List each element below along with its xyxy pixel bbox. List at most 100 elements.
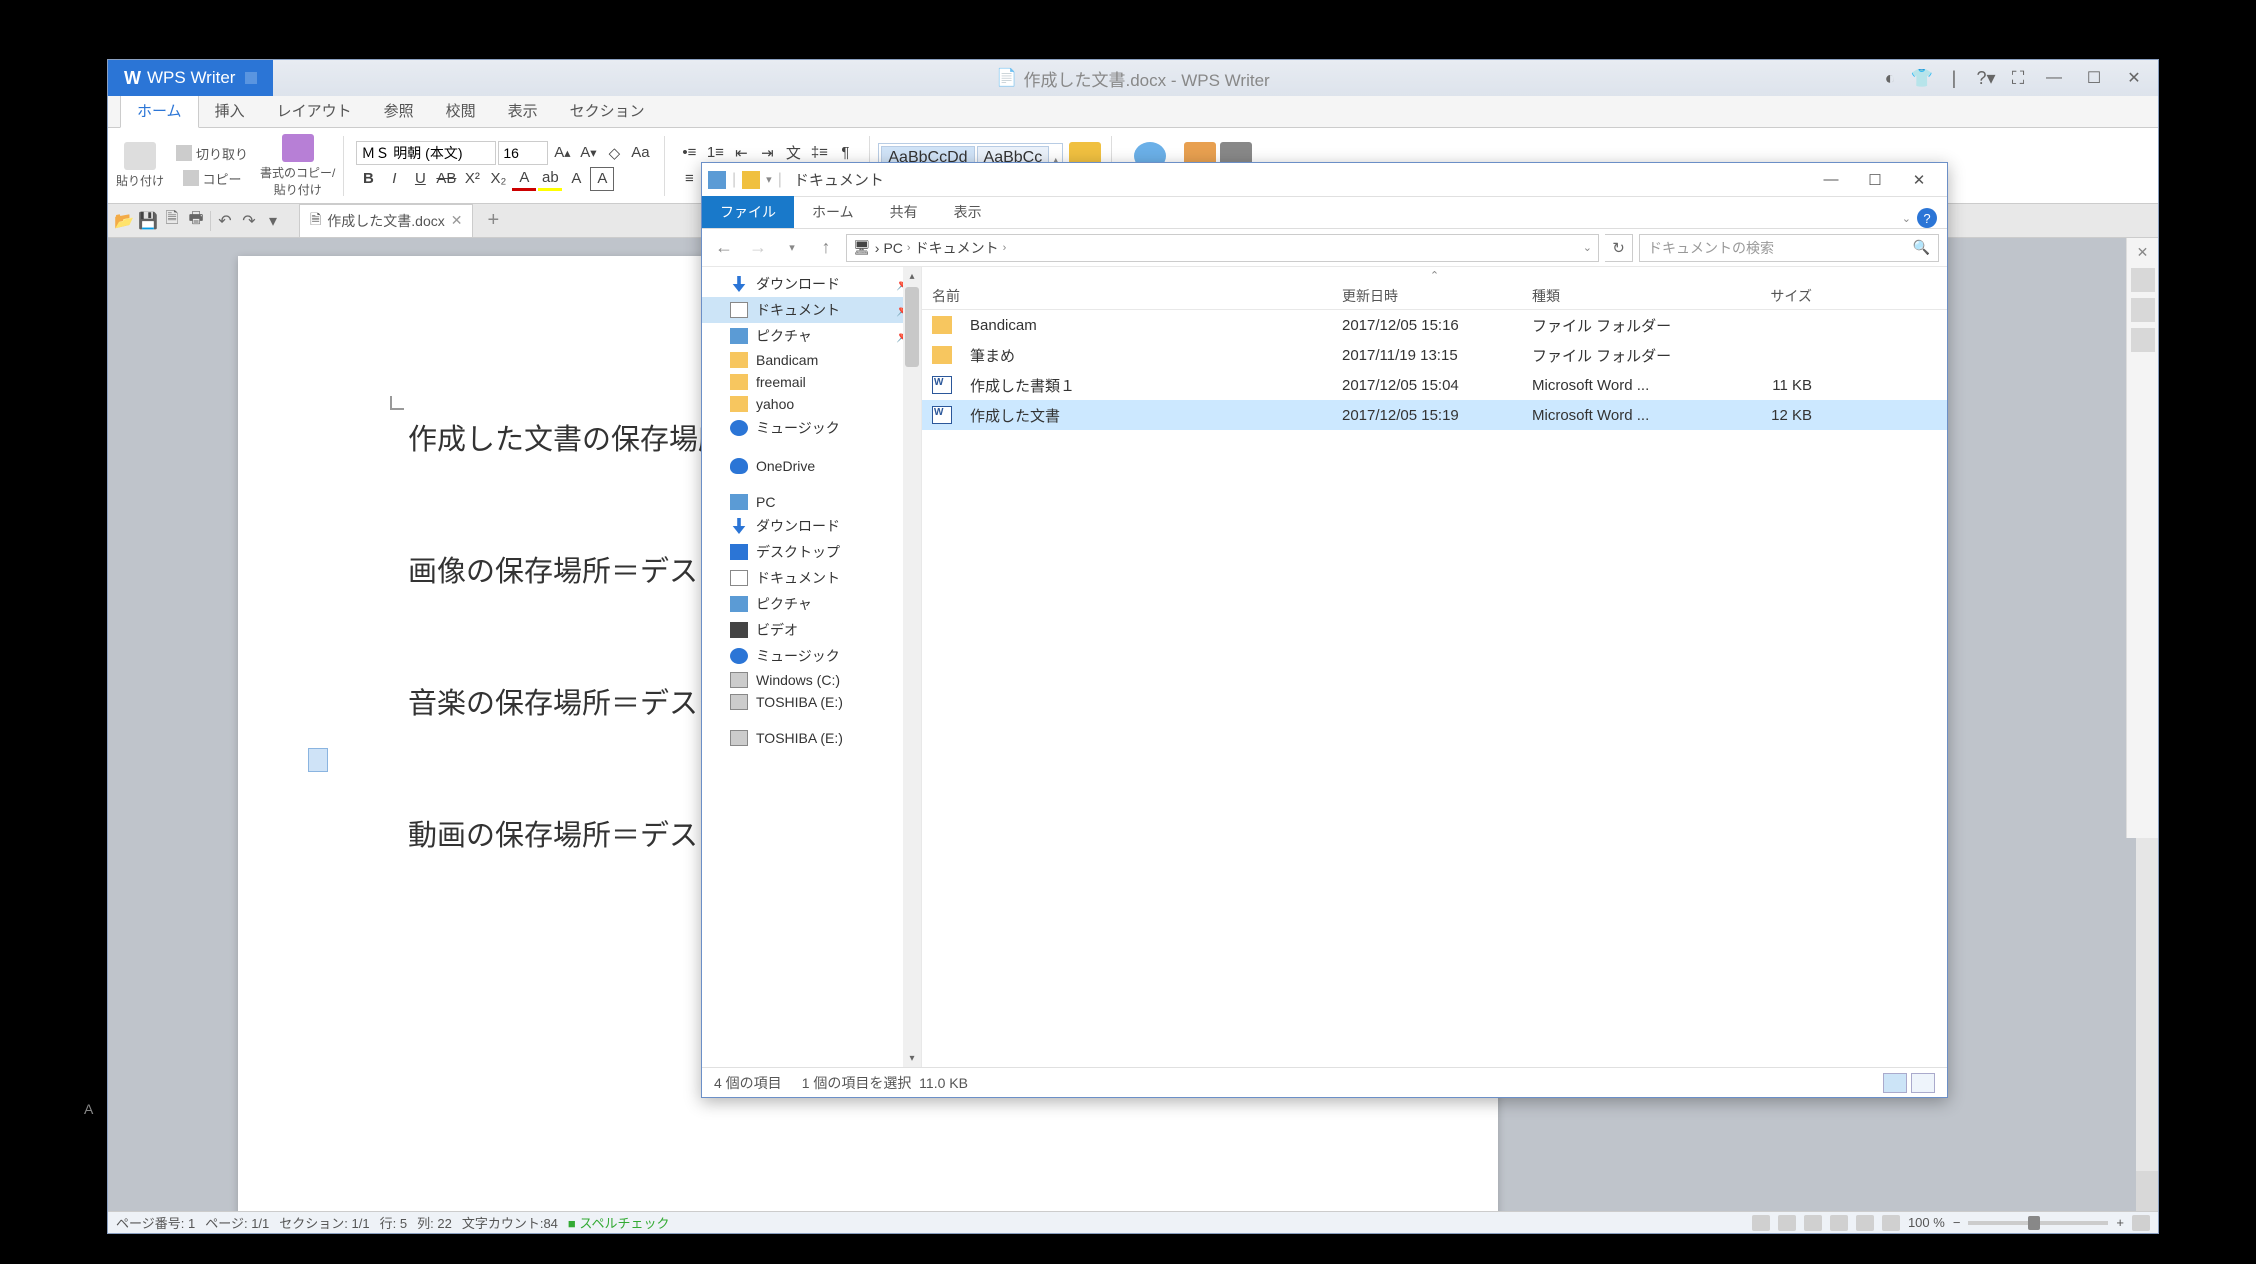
zoom-out-button[interactable]: − — [1953, 1215, 1961, 1230]
nav-item[interactable]: ピクチャ📌 — [702, 323, 921, 349]
grow-font-button[interactable]: A▴ — [550, 141, 574, 165]
view-mode-icon[interactable] — [1882, 1215, 1900, 1231]
strike-button[interactable]: AB — [434, 167, 458, 191]
file-row[interactable]: 作成した文書2017/12/05 15:19Microsoft Word ...… — [922, 400, 1947, 430]
nav-scrollbar[interactable]: ▴ ▾ — [903, 267, 921, 1067]
ribbon-tab-view[interactable]: 表示 — [492, 94, 554, 127]
clear-format-button[interactable]: ◇ — [602, 141, 626, 165]
help-icon[interactable]: ?▾ — [1974, 66, 1998, 90]
scroll-thumb[interactable] — [905, 287, 919, 367]
paste-button[interactable]: 貼り付け — [116, 142, 164, 189]
document-tab[interactable]: 🗎 作成した文書.docx ✕ — [299, 204, 473, 238]
ribbon-tab-insert[interactable]: 挿入 — [199, 94, 261, 127]
italic-button[interactable]: I — [382, 167, 406, 191]
breadcrumb-documents[interactable]: ドキュメント› — [915, 238, 1007, 258]
back-button[interactable]: ← — [710, 234, 738, 262]
ribbon-tab-reference[interactable]: 参照 — [368, 94, 430, 127]
explorer-tab-view[interactable]: 表示 — [936, 196, 1000, 228]
recent-button[interactable]: ▾ — [778, 234, 806, 262]
scroll-down-icon[interactable]: ▾ — [903, 1049, 921, 1067]
text-direction-button[interactable]: 文 — [781, 141, 805, 165]
user-icon[interactable]: ◐ — [1878, 66, 1902, 90]
ribbon-expand-icon[interactable]: ⌄ — [1902, 212, 1911, 225]
copy-button[interactable]: コピー — [179, 167, 246, 190]
search-icon[interactable]: 🔍 — [1913, 239, 1930, 256]
side-close-icon[interactable]: ✕ — [2134, 244, 2152, 262]
qat-dropdown-icon[interactable]: ▾ — [766, 173, 772, 186]
cut-button[interactable]: 切り取り — [172, 142, 252, 165]
status-spell[interactable]: ■ スペルチェック — [568, 1213, 670, 1232]
decrease-indent-button[interactable]: ⇤ — [729, 141, 753, 165]
underline-button[interactable]: U — [408, 167, 432, 191]
undo-icon[interactable]: ↶ — [215, 211, 235, 231]
redo-icon[interactable]: ↷ — [239, 211, 259, 231]
font-name-select[interactable] — [356, 141, 496, 165]
line-spacing-button[interactable]: ‡≡ — [807, 141, 831, 165]
view-mode-icon[interactable] — [1830, 1215, 1848, 1231]
font-color-button[interactable]: A — [512, 167, 536, 191]
help-icon[interactable]: ? — [1917, 208, 1937, 228]
explorer-tab-home[interactable]: ホーム — [794, 196, 872, 228]
zoom-knob[interactable] — [2028, 1216, 2040, 1230]
nav-item[interactable]: Bandicam — [702, 349, 921, 371]
scroll-arrows[interactable] — [2136, 1171, 2158, 1211]
bullets-button[interactable]: •≡ — [677, 141, 701, 165]
show-marks-button[interactable]: ¶ — [833, 141, 857, 165]
close-button[interactable]: ✕ — [2118, 66, 2150, 90]
breadcrumb-pc[interactable]: PC› — [883, 240, 910, 256]
forward-button[interactable]: → — [744, 234, 772, 262]
nav-item[interactable]: ピクチャ — [702, 591, 921, 617]
side-tool-icon[interactable] — [2131, 268, 2155, 292]
refresh-button[interactable]: ↻ — [1605, 234, 1633, 262]
nav-item[interactable]: freemail — [702, 371, 921, 393]
col-header-name[interactable]: 名前 — [922, 286, 1332, 306]
search-box[interactable]: ドキュメントの検索 🔍 — [1639, 234, 1939, 262]
font-size-select[interactable] — [498, 141, 548, 165]
app-menu-button[interactable]: W WPS Writer — [108, 60, 273, 96]
align-left-button[interactable]: ≡ — [677, 167, 701, 191]
open-icon[interactable]: 📂 — [114, 211, 134, 231]
change-case-button[interactable]: Aa — [628, 141, 652, 165]
close-button[interactable]: ✕ — [1897, 166, 1941, 194]
col-header-size[interactable]: サイズ — [1702, 286, 1822, 306]
bold-button[interactable]: B — [356, 167, 380, 191]
zoom-slider[interactable] — [1968, 1221, 2108, 1225]
fit-icon[interactable] — [2132, 1215, 2150, 1231]
chevron-icon[interactable]: › — [875, 240, 880, 256]
col-header-date[interactable]: 更新日時 — [1332, 286, 1522, 306]
scroll-up-icon[interactable]: ▴ — [903, 267, 921, 285]
more-icon[interactable]: ▾ — [263, 211, 283, 231]
nav-item[interactable]: ビデオ — [702, 617, 921, 643]
nav-item[interactable]: ダウンロード — [702, 513, 921, 539]
ribbon-tab-home[interactable]: ホーム — [120, 93, 199, 128]
nav-item[interactable]: PC — [702, 491, 921, 513]
ribbon-tab-review[interactable]: 校閲 — [430, 94, 492, 127]
print-preview-icon[interactable]: 🗎 — [162, 211, 182, 231]
col-header-type[interactable]: 種類 — [1522, 286, 1702, 306]
maximize-button[interactable]: ☐ — [1853, 166, 1897, 194]
icons-view-button[interactable] — [1911, 1073, 1935, 1093]
view-mode-icon[interactable] — [1856, 1215, 1874, 1231]
minimize-button[interactable]: — — [1809, 166, 1853, 194]
nav-item[interactable]: ダウンロード📌 — [702, 271, 921, 297]
nav-item[interactable]: OneDrive — [702, 455, 921, 477]
char-shading-button[interactable]: A — [564, 167, 588, 191]
ribbon-tab-section[interactable]: セクション — [554, 94, 661, 127]
restore-icon[interactable]: ⛶ — [2006, 66, 2030, 90]
char-border-button[interactable]: A — [590, 167, 614, 191]
highlight-button[interactable]: ab — [538, 167, 562, 191]
shrink-font-button[interactable]: A▾ — [576, 141, 600, 165]
shirt-icon[interactable]: 👕 — [1910, 66, 1934, 90]
view-mode-icon[interactable] — [1804, 1215, 1822, 1231]
format-painter-button[interactable]: 書式のコピー/ 貼り付け — [260, 134, 335, 198]
file-row[interactable]: 作成した書類１2017/12/05 15:04Microsoft Word ..… — [922, 370, 1947, 400]
nav-item[interactable]: ミュージック — [702, 643, 921, 669]
nav-item[interactable]: Windows (C:) — [702, 669, 921, 691]
file-row[interactable]: 筆まめ2017/11/19 13:15ファイル フォルダー — [922, 340, 1947, 370]
explorer-tab-share[interactable]: 共有 — [872, 196, 936, 228]
zoom-in-button[interactable]: + — [2116, 1215, 2124, 1230]
address-dropdown-icon[interactable]: ⌄ — [1583, 241, 1592, 254]
close-tab-icon[interactable]: ✕ — [451, 212, 463, 229]
nav-item[interactable]: ドキュメント — [702, 565, 921, 591]
explorer-tab-file[interactable]: ファイル — [702, 196, 794, 228]
